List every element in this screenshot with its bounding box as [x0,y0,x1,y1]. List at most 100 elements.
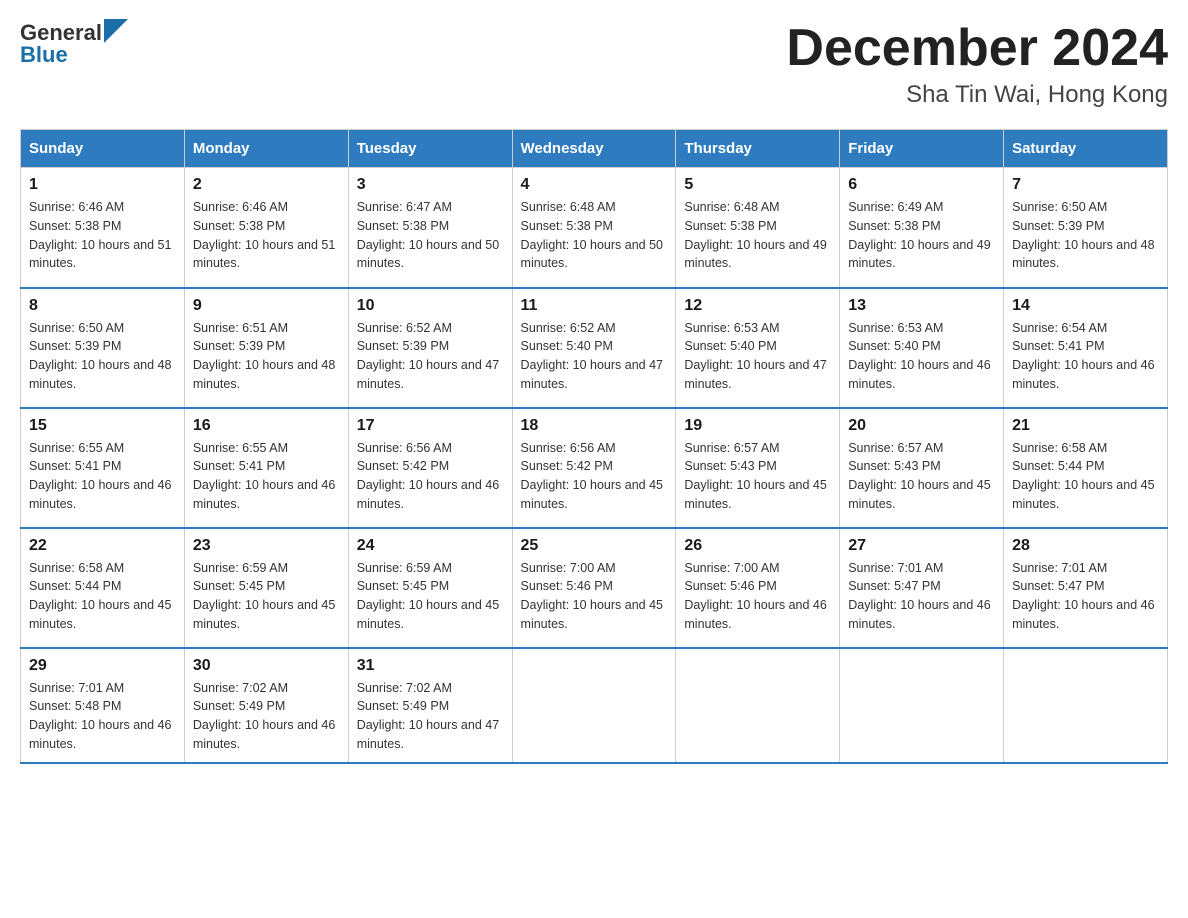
calendar-cell: 31 Sunrise: 7:02 AM Sunset: 5:49 PM Dayl… [348,648,512,763]
location-subtitle: Sha Tin Wai, Hong Kong [786,81,1168,109]
daylight-text: Daylight: 10 hours and 45 minutes. [848,478,990,511]
daylight-text: Daylight: 10 hours and 50 minutes. [357,238,499,271]
sunrise-text: Sunrise: 7:02 AM [357,681,452,695]
daylight-text: Daylight: 10 hours and 46 minutes. [29,478,171,511]
day-number: 23 [193,537,340,555]
sunset-text: Sunset: 5:47 PM [848,579,940,593]
calendar-week-4: 22 Sunrise: 6:58 AM Sunset: 5:44 PM Dayl… [21,528,1168,648]
sunset-text: Sunset: 5:39 PM [193,339,285,353]
calendar-cell: 13 Sunrise: 6:53 AM Sunset: 5:40 PM Dayl… [840,288,1004,408]
day-info: Sunrise: 6:55 AM Sunset: 5:41 PM Dayligh… [193,439,340,514]
sunset-text: Sunset: 5:38 PM [684,219,776,233]
day-info: Sunrise: 6:53 AM Sunset: 5:40 PM Dayligh… [684,319,831,394]
day-number: 20 [848,417,995,435]
day-number: 8 [29,297,176,315]
day-number: 13 [848,297,995,315]
day-info: Sunrise: 7:01 AM Sunset: 5:47 PM Dayligh… [1012,559,1159,634]
day-info: Sunrise: 7:02 AM Sunset: 5:49 PM Dayligh… [357,679,504,754]
sunrise-text: Sunrise: 6:58 AM [1012,441,1107,455]
sunrise-text: Sunrise: 7:02 AM [193,681,288,695]
sunset-text: Sunset: 5:47 PM [1012,579,1104,593]
sunrise-text: Sunrise: 6:57 AM [848,441,943,455]
day-info: Sunrise: 6:49 AM Sunset: 5:38 PM Dayligh… [848,198,995,273]
day-info: Sunrise: 6:55 AM Sunset: 5:41 PM Dayligh… [29,439,176,514]
title-section: December 2024 Sha Tin Wai, Hong Kong [786,20,1168,109]
calendar-week-3: 15 Sunrise: 6:55 AM Sunset: 5:41 PM Dayl… [21,408,1168,528]
calendar-cell: 4 Sunrise: 6:48 AM Sunset: 5:38 PM Dayli… [512,168,676,288]
header-cell-saturday: Saturday [1004,130,1168,168]
day-number: 28 [1012,537,1159,555]
sunset-text: Sunset: 5:49 PM [357,699,449,713]
sunset-text: Sunset: 5:40 PM [684,339,776,353]
sunrise-text: Sunrise: 6:50 AM [1012,200,1107,214]
calendar-cell: 23 Sunrise: 6:59 AM Sunset: 5:45 PM Dayl… [184,528,348,648]
logo: General Blue [20,20,128,68]
sunrise-text: Sunrise: 6:52 AM [357,321,452,335]
header-cell-monday: Monday [184,130,348,168]
calendar-body: 1 Sunrise: 6:46 AM Sunset: 5:38 PM Dayli… [21,168,1168,763]
sunset-text: Sunset: 5:45 PM [357,579,449,593]
sunrise-text: Sunrise: 6:58 AM [29,561,124,575]
calendar-cell: 12 Sunrise: 6:53 AM Sunset: 5:40 PM Dayl… [676,288,840,408]
day-number: 24 [357,537,504,555]
day-number: 10 [357,297,504,315]
day-number: 26 [684,537,831,555]
sunrise-text: Sunrise: 6:48 AM [521,200,616,214]
calendar-cell: 19 Sunrise: 6:57 AM Sunset: 5:43 PM Dayl… [676,408,840,528]
sunrise-text: Sunrise: 6:56 AM [521,441,616,455]
day-info: Sunrise: 6:58 AM Sunset: 5:44 PM Dayligh… [1012,439,1159,514]
day-info: Sunrise: 6:50 AM Sunset: 5:39 PM Dayligh… [29,319,176,394]
day-number: 4 [521,176,668,194]
calendar-week-2: 8 Sunrise: 6:50 AM Sunset: 5:39 PM Dayli… [21,288,1168,408]
calendar-cell: 29 Sunrise: 7:01 AM Sunset: 5:48 PM Dayl… [21,648,185,763]
sunset-text: Sunset: 5:38 PM [521,219,613,233]
sunrise-text: Sunrise: 6:49 AM [848,200,943,214]
sunrise-text: Sunrise: 6:50 AM [29,321,124,335]
day-number: 15 [29,417,176,435]
header-cell-sunday: Sunday [21,130,185,168]
sunset-text: Sunset: 5:38 PM [29,219,121,233]
sunrise-text: Sunrise: 6:51 AM [193,321,288,335]
day-info: Sunrise: 6:53 AM Sunset: 5:40 PM Dayligh… [848,319,995,394]
day-number: 11 [521,297,668,315]
day-info: Sunrise: 6:58 AM Sunset: 5:44 PM Dayligh… [29,559,176,634]
page-header: General Blue December 2024 Sha Tin Wai, … [20,20,1168,109]
day-number: 5 [684,176,831,194]
day-number: 31 [357,657,504,675]
day-info: Sunrise: 6:48 AM Sunset: 5:38 PM Dayligh… [684,198,831,273]
sunrise-text: Sunrise: 6:53 AM [684,321,779,335]
daylight-text: Daylight: 10 hours and 46 minutes. [848,598,990,631]
sunset-text: Sunset: 5:39 PM [357,339,449,353]
calendar-cell: 14 Sunrise: 6:54 AM Sunset: 5:41 PM Dayl… [1004,288,1168,408]
day-number: 18 [521,417,668,435]
calendar-cell: 7 Sunrise: 6:50 AM Sunset: 5:39 PM Dayli… [1004,168,1168,288]
daylight-text: Daylight: 10 hours and 45 minutes. [684,478,826,511]
calendar-header: SundayMondayTuesdayWednesdayThursdayFrid… [21,130,1168,168]
sunset-text: Sunset: 5:40 PM [848,339,940,353]
header-cell-tuesday: Tuesday [348,130,512,168]
calendar-cell [676,648,840,763]
calendar-cell [1004,648,1168,763]
day-info: Sunrise: 6:57 AM Sunset: 5:43 PM Dayligh… [684,439,831,514]
calendar-cell: 15 Sunrise: 6:55 AM Sunset: 5:41 PM Dayl… [21,408,185,528]
day-number: 9 [193,297,340,315]
sunset-text: Sunset: 5:41 PM [1012,339,1104,353]
calendar-cell: 16 Sunrise: 6:55 AM Sunset: 5:41 PM Dayl… [184,408,348,528]
sunrise-text: Sunrise: 6:53 AM [848,321,943,335]
daylight-text: Daylight: 10 hours and 46 minutes. [1012,358,1154,391]
daylight-text: Daylight: 10 hours and 45 minutes. [29,598,171,631]
daylight-text: Daylight: 10 hours and 45 minutes. [521,478,663,511]
day-number: 22 [29,537,176,555]
day-info: Sunrise: 6:50 AM Sunset: 5:39 PM Dayligh… [1012,198,1159,273]
day-number: 7 [1012,176,1159,194]
calendar-cell [512,648,676,763]
calendar-cell: 28 Sunrise: 7:01 AM Sunset: 5:47 PM Dayl… [1004,528,1168,648]
daylight-text: Daylight: 10 hours and 50 minutes. [521,238,663,271]
daylight-text: Daylight: 10 hours and 47 minutes. [521,358,663,391]
calendar-cell: 26 Sunrise: 7:00 AM Sunset: 5:46 PM Dayl… [676,528,840,648]
day-number: 16 [193,417,340,435]
day-number: 27 [848,537,995,555]
calendar-cell: 20 Sunrise: 6:57 AM Sunset: 5:43 PM Dayl… [840,408,1004,528]
calendar-cell: 21 Sunrise: 6:58 AM Sunset: 5:44 PM Dayl… [1004,408,1168,528]
day-info: Sunrise: 6:57 AM Sunset: 5:43 PM Dayligh… [848,439,995,514]
